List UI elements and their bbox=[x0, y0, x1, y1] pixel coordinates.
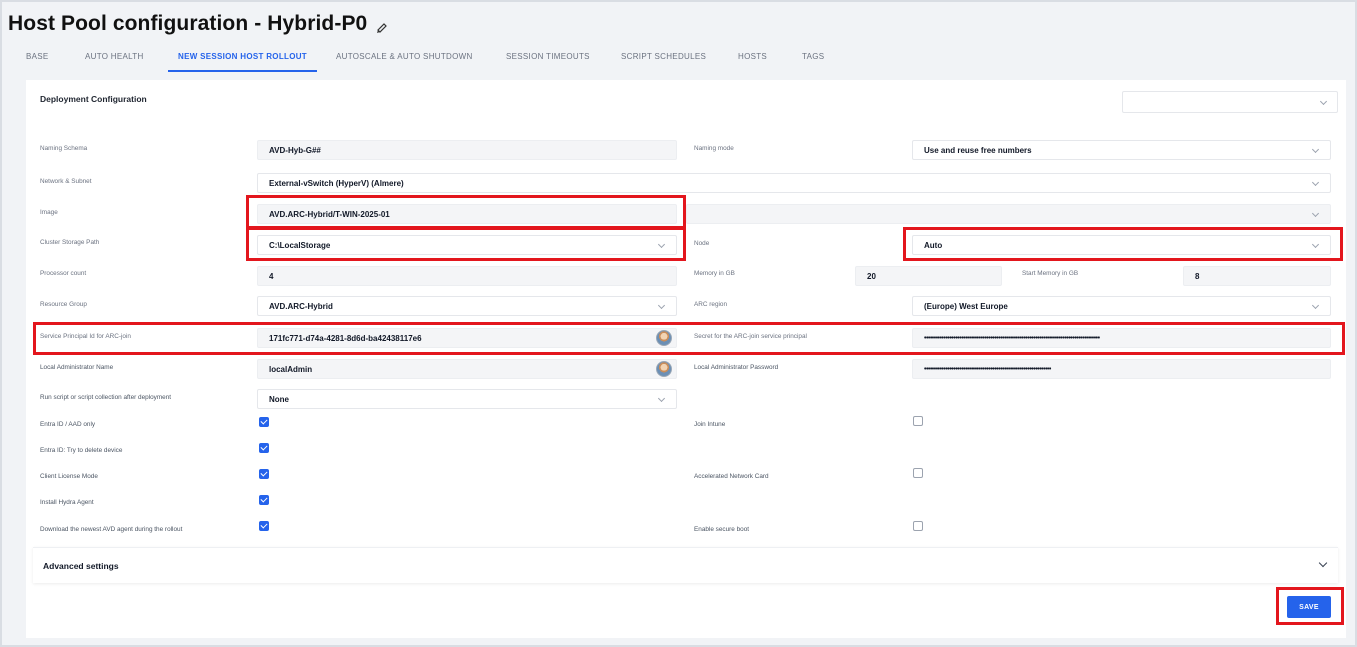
join-intune-checkbox[interactable] bbox=[913, 416, 923, 426]
tab-new-session-host-rollout[interactable]: NEW SESSION HOST ROLLOUT bbox=[178, 52, 307, 61]
cluster-storage-label: Cluster Storage Path bbox=[40, 239, 100, 246]
node-value: Auto bbox=[924, 240, 943, 250]
tab-bar: BASE AUTO HEALTH NEW SESSION HOST ROLLOU… bbox=[0, 44, 1357, 74]
save-button[interactable]: SAVE bbox=[1287, 596, 1331, 618]
processor-count-input[interactable]: 4 bbox=[257, 266, 677, 286]
image-label: Image bbox=[40, 209, 58, 216]
start-memory-label: Start Memory in GB bbox=[1022, 270, 1079, 277]
processor-count-label: Processor count bbox=[40, 270, 87, 277]
node-select[interactable]: Auto bbox=[912, 235, 1331, 255]
card-title: Deployment Configuration bbox=[40, 94, 147, 104]
run-script-select[interactable]: None bbox=[257, 389, 677, 409]
top-right-select[interactable] bbox=[1122, 91, 1338, 113]
node-label: Node bbox=[694, 240, 710, 247]
chevron-down-icon bbox=[658, 302, 666, 310]
network-subnet-select[interactable]: External-vSwitch (HyperV) (Almere) bbox=[257, 173, 1331, 193]
run-script-label: Run script or script collection after de… bbox=[40, 394, 172, 401]
start-memory-input[interactable]: 8 bbox=[1183, 266, 1331, 286]
sp-id-label: Service Principal Id for ARC-join bbox=[40, 333, 131, 340]
advanced-settings-label: Advanced settings bbox=[43, 561, 119, 571]
secure-boot-checkbox[interactable] bbox=[913, 521, 923, 531]
edit-title-icon[interactable] bbox=[375, 17, 389, 33]
client-license-label: Client License Mode bbox=[40, 473, 98, 480]
install-hydra-checkbox[interactable] bbox=[259, 495, 269, 505]
page-title: Host Pool configuration - Hybrid-P0 bbox=[8, 12, 368, 35]
page-title-row: Host Pool configuration - Hybrid-P0 bbox=[8, 12, 389, 36]
local-admin-password-input[interactable]: ••••••••••••••••••••••••••••••••••••••••… bbox=[912, 359, 1331, 379]
naming-mode-select[interactable]: Use and reuse free numbers bbox=[912, 140, 1331, 160]
run-script-value: None bbox=[269, 394, 289, 404]
chevron-down-icon bbox=[1312, 210, 1320, 218]
chevron-down-icon bbox=[1312, 146, 1320, 154]
tab-autoscale[interactable]: AUTOSCALE & AUTO SHUTDOWN bbox=[336, 52, 473, 61]
naming-mode-label: Naming mode bbox=[694, 145, 734, 152]
tab-session-timeouts[interactable]: SESSION TIMEOUTS bbox=[506, 52, 590, 61]
download-avd-checkbox[interactable] bbox=[259, 521, 269, 531]
chevron-down-icon bbox=[1312, 302, 1320, 310]
join-intune-label: Join Intune bbox=[694, 421, 726, 428]
accel-network-checkbox[interactable] bbox=[913, 468, 923, 478]
image-version-select[interactable] bbox=[686, 204, 1331, 224]
arc-region-value: (Europe) West Europe bbox=[924, 301, 1008, 311]
cluster-storage-value: C:\LocalStorage bbox=[269, 240, 331, 250]
sp-secret-label: Secret for the ARC-join service principa… bbox=[694, 333, 807, 340]
secure-boot-label: Enable secure boot bbox=[694, 526, 750, 533]
naming-schema-label: Naming Schema bbox=[40, 145, 88, 152]
chevron-down-icon bbox=[658, 395, 666, 403]
avatar-icon[interactable] bbox=[656, 361, 672, 377]
tab-hosts[interactable]: HOSTS bbox=[738, 52, 767, 61]
entra-delete-label: Entra ID: Try to delete device bbox=[40, 447, 123, 454]
tab-base[interactable]: BASE bbox=[26, 52, 49, 61]
active-tab-indicator bbox=[168, 70, 317, 72]
entra-only-checkbox[interactable] bbox=[259, 417, 269, 427]
client-license-checkbox[interactable] bbox=[259, 469, 269, 479]
network-subnet-value: External-vSwitch (HyperV) (Almere) bbox=[269, 178, 404, 188]
advanced-settings-panel[interactable]: Advanced settings bbox=[33, 547, 1338, 583]
cluster-storage-select[interactable]: C:\LocalStorage bbox=[257, 235, 677, 255]
local-admin-password-label: Local Administrator Password bbox=[694, 364, 779, 371]
naming-schema-input[interactable]: AVD-Hyb-G## bbox=[257, 140, 677, 160]
network-subnet-label: Network & Subnet bbox=[40, 178, 92, 185]
chevron-down-icon bbox=[658, 241, 666, 249]
accel-network-label: Accelerated Network Card bbox=[694, 473, 769, 480]
entra-only-label: Entra ID / AAD only bbox=[40, 421, 96, 428]
memory-input[interactable]: 20 bbox=[855, 266, 1002, 286]
sp-id-input[interactable]: 171fc771-d74a-4281-8d6d-ba42438117e6 bbox=[257, 328, 677, 348]
download-avd-label: Download the newest AVD agent during the… bbox=[40, 526, 183, 533]
chevron-down-icon bbox=[1318, 558, 1328, 568]
tab-tags[interactable]: TAGS bbox=[802, 52, 824, 61]
chevron-down-icon bbox=[1312, 241, 1320, 249]
entra-delete-checkbox[interactable] bbox=[259, 443, 269, 453]
chevron-down-icon bbox=[1312, 179, 1320, 187]
resource-group-select[interactable]: AVD.ARC-Hybrid bbox=[257, 296, 677, 316]
install-hydra-label: Install Hydra Agent bbox=[40, 499, 94, 506]
resource-group-value: AVD.ARC-Hybrid bbox=[269, 301, 333, 311]
local-admin-name-input[interactable]: localAdmin bbox=[257, 359, 677, 379]
arc-region-select[interactable]: (Europe) West Europe bbox=[912, 296, 1331, 316]
avatar-icon[interactable] bbox=[656, 330, 672, 346]
arc-region-label: ARC region bbox=[694, 301, 728, 308]
memory-label: Memory in GB bbox=[694, 270, 735, 277]
tab-auto-health[interactable]: AUTO HEALTH bbox=[85, 52, 144, 61]
naming-mode-value: Use and reuse free numbers bbox=[924, 145, 1032, 155]
tab-script-schedules[interactable]: SCRIPT SCHEDULES bbox=[621, 52, 706, 61]
sp-secret-input[interactable]: ••••••••••••••••••••••••••••••••••••••••… bbox=[912, 328, 1331, 348]
local-admin-name-label: Local Administrator Name bbox=[40, 364, 114, 371]
resource-group-label: Resource Group bbox=[40, 301, 87, 308]
image-input[interactable]: AVD.ARC-Hybrid/T-WIN-2025-01 bbox=[257, 204, 677, 224]
